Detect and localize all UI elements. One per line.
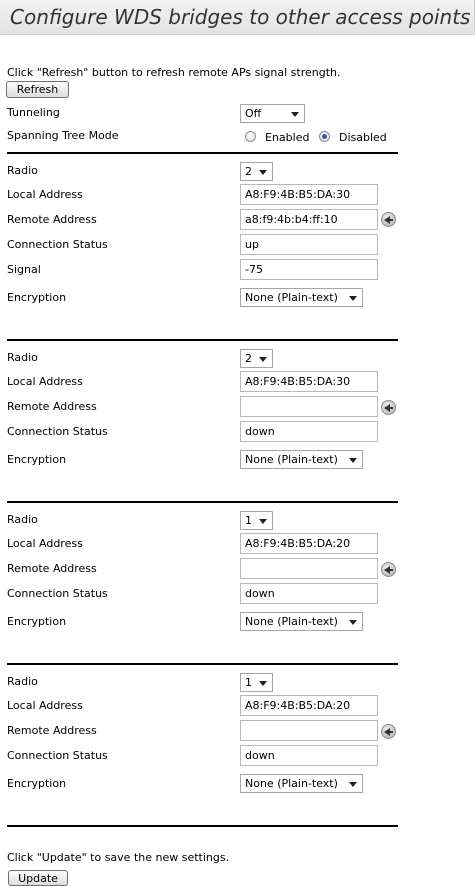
radio-value: 1 [245,514,252,527]
chevron-down-icon [259,170,267,175]
local-address-field[interactable]: A8:F9:4B:B5:DA:20 [240,533,378,554]
remote-address-field[interactable]: a8:f9:4b:b4:ff:10 [240,209,378,230]
encryption-value: None (Plain-text) [245,291,338,304]
encryption-label: Encryption [7,777,67,790]
signal-label: Signal [7,263,41,276]
spanning-tree-enabled-radio[interactable] [245,131,256,142]
radio-value: 2 [245,165,252,178]
chevron-down-icon [291,112,299,117]
connection-status-label: Connection Status [7,749,108,762]
arrow-left-circle-icon[interactable] [381,562,396,577]
chevron-down-icon [259,681,267,686]
chevron-down-icon [259,519,267,524]
spanning-tree-disabled-radio[interactable] [319,131,330,142]
remote-address-field[interactable] [240,720,378,741]
radio-label: Radio [7,675,38,688]
encryption-value: None (Plain-text) [245,777,338,790]
section-divider [7,663,398,665]
remote-address-label: Remote Address [7,213,97,226]
refresh-button[interactable]: Refresh [6,81,69,98]
encryption-select[interactable]: None (Plain-text) [240,288,363,307]
encryption-label: Encryption [7,291,67,304]
remote-address-label: Remote Address [7,400,97,413]
radio-select[interactable]: 2 [240,349,273,368]
encryption-select[interactable]: None (Plain-text) [240,612,363,631]
encryption-value: None (Plain-text) [245,615,338,628]
section-divider [7,501,398,503]
remote-address-field[interactable] [240,558,378,579]
chevron-down-icon [349,620,357,625]
local-address-label: Local Address [7,537,83,550]
local-address-label: Local Address [7,375,83,388]
radio-label: Radio [7,164,38,177]
encryption-label: Encryption [7,453,67,466]
signal-field: -75 [240,259,378,280]
connection-status-field: down [240,745,378,766]
title-bar: Configure WDS bridges to other access po… [0,0,475,35]
tunneling-select[interactable]: Off [240,104,305,123]
chevron-down-icon [349,782,357,787]
encryption-value: None (Plain-text) [245,453,338,466]
radio-value: 1 [245,676,252,689]
connection-status-field: down [240,583,378,604]
radio-value: 2 [245,352,252,365]
chevron-down-icon [349,296,357,301]
local-address-field[interactable]: A8:F9:4B:B5:DA:20 [240,695,378,716]
arrow-left-circle-icon[interactable] [381,212,396,227]
radio-label: Radio [7,351,38,364]
refresh-note: Click "Refresh" button to refresh remote… [7,66,341,79]
page-title: Configure WDS bridges to other access po… [10,5,471,29]
connection-status-label: Connection Status [7,238,108,251]
arrow-left-circle-icon[interactable] [381,400,396,415]
local-address-field[interactable]: A8:F9:4B:B5:DA:30 [240,371,378,392]
local-address-label: Local Address [7,188,83,201]
encryption-select[interactable]: None (Plain-text) [240,774,363,793]
connection-status-field: down [240,421,378,442]
tunneling-value: Off [245,107,262,120]
section-divider [7,339,398,341]
radio-select[interactable]: 2 [240,162,273,181]
local-address-field[interactable]: A8:F9:4B:B5:DA:30 [240,184,378,205]
remote-address-label: Remote Address [7,562,97,575]
section-divider [7,152,398,154]
remote-address-label: Remote Address [7,724,97,737]
radio-label: Radio [7,513,38,526]
spanning-tree-label: Spanning Tree Mode [7,129,119,142]
section-divider [7,825,398,827]
remote-address-field[interactable] [240,396,378,417]
update-note: Click "Update" to save the new settings. [7,851,230,864]
spanning-tree-disabled-label: Disabled [339,131,387,144]
chevron-down-icon [259,357,267,362]
local-address-label: Local Address [7,699,83,712]
encryption-select[interactable]: None (Plain-text) [240,450,363,469]
arrow-left-circle-icon[interactable] [381,724,396,739]
connection-status-field: up [240,234,378,255]
connection-status-label: Connection Status [7,587,108,600]
encryption-label: Encryption [7,615,67,628]
radio-select[interactable]: 1 [240,511,273,530]
chevron-down-icon [349,458,357,463]
radio-select[interactable]: 1 [240,673,273,692]
connection-status-label: Connection Status [7,425,108,438]
tunneling-label: Tunneling [7,106,60,119]
spanning-tree-enabled-label: Enabled [265,131,310,144]
